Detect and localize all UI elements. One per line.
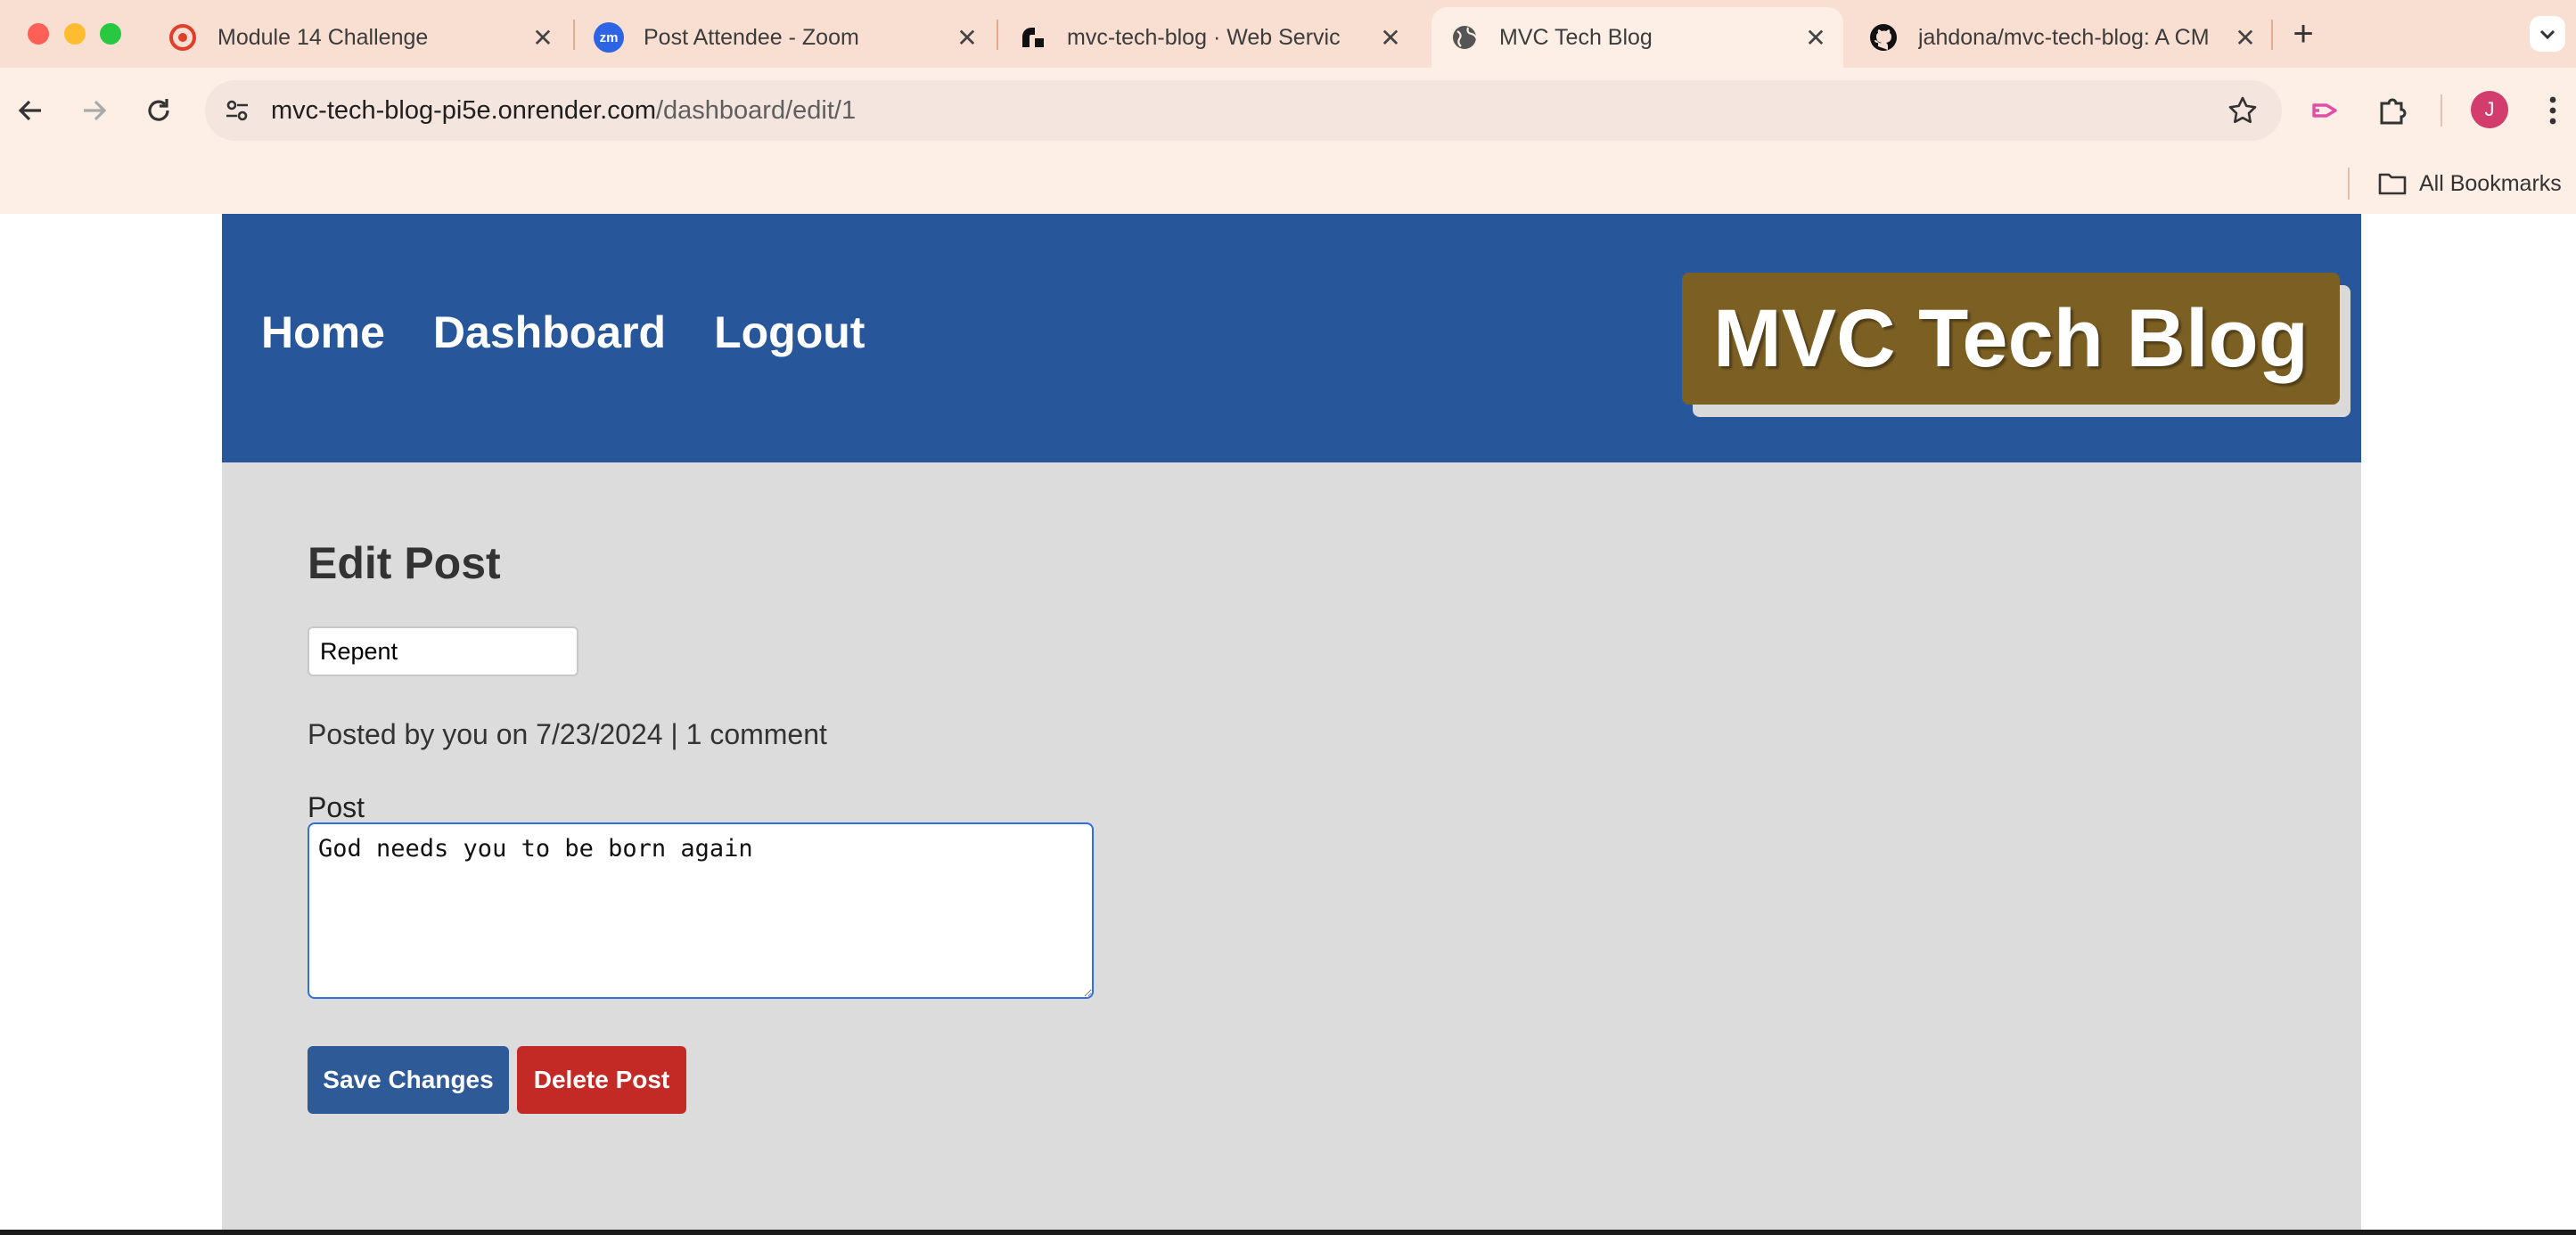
nav-dashboard-link[interactable]: Dashboard bbox=[433, 307, 666, 358]
save-changes-button[interactable]: Save Changes bbox=[308, 1046, 509, 1114]
tab-divider bbox=[573, 20, 575, 50]
close-icon[interactable]: ✕ bbox=[1377, 24, 1404, 52]
zoom-icon: zm bbox=[594, 22, 624, 53]
tab-title: MVC Tech Blog bbox=[1499, 24, 1653, 50]
bookmarks-divider bbox=[2348, 168, 2350, 200]
tab-divider bbox=[2271, 20, 2273, 50]
url-text: mvc-tech-blog-pi5e.onrender.com/dashboar… bbox=[271, 95, 857, 125]
tab-mvc-tech-blog-render[interactable]: mvc-tech-blog · Web Servic ✕ bbox=[999, 7, 1418, 68]
reload-icon[interactable] bbox=[135, 87, 182, 134]
tab-github-repo[interactable]: jahdona/mvc-tech-blog: A CM ✕ bbox=[1850, 7, 2273, 68]
tab-title: Module 14 Challenge bbox=[217, 24, 429, 50]
extensions-puzzle-icon[interactable] bbox=[2371, 89, 2414, 132]
close-window-button[interactable] bbox=[28, 23, 49, 45]
post-body-textarea[interactable]: God needs you to be born again bbox=[308, 822, 1094, 999]
terminal-strip bbox=[0, 1230, 2576, 1235]
bookmarks-bar: All Bookmarks bbox=[0, 153, 2576, 214]
render-icon bbox=[1017, 22, 1047, 53]
folder-icon bbox=[2378, 171, 2407, 196]
page-title: Edit Post bbox=[308, 538, 501, 588]
profile-avatar[interactable]: J bbox=[2471, 91, 2508, 128]
globe-icon bbox=[1449, 22, 1480, 53]
delete-post-button[interactable]: Delete Post bbox=[517, 1046, 686, 1114]
forward-arrow-icon[interactable] bbox=[71, 87, 118, 134]
post-body-label: Post bbox=[308, 791, 365, 823]
canvas-logo-icon bbox=[168, 22, 198, 53]
kebab-menu-icon[interactable] bbox=[2531, 89, 2574, 132]
toolbar-divider bbox=[2441, 94, 2442, 127]
post-meta: Posted by you on 7/23/2024 | 1 comment bbox=[308, 718, 827, 750]
site-info-icon[interactable] bbox=[217, 91, 257, 130]
close-icon[interactable]: ✕ bbox=[1802, 24, 1829, 52]
all-bookmarks-button[interactable]: All Bookmarks bbox=[2378, 164, 2562, 203]
browser-chrome: Module 14 Challenge ✕ zm Post Attendee -… bbox=[0, 0, 2576, 214]
bookmark-star-icon[interactable] bbox=[2223, 91, 2262, 130]
nav-home-link[interactable]: Home bbox=[261, 307, 385, 358]
extension-pink-arrow-icon[interactable] bbox=[2305, 89, 2348, 132]
main-nav: Home Dashboard Logout bbox=[261, 307, 865, 358]
page-viewport: Home Dashboard Logout MVC Tech Blog Edit… bbox=[0, 214, 2576, 1230]
site-header: Home Dashboard Logout MVC Tech Blog bbox=[222, 214, 2361, 462]
site-brand[interactable]: MVC Tech Blog bbox=[1682, 273, 2340, 405]
all-bookmarks-label: All Bookmarks bbox=[2419, 170, 2562, 196]
back-arrow-icon[interactable] bbox=[7, 87, 53, 134]
new-tab-button[interactable]: + bbox=[2284, 14, 2323, 53]
nav-logout-link[interactable]: Logout bbox=[714, 307, 865, 358]
tab-mvc-tech-blog[interactable]: MVC Tech Blog ✕ bbox=[1432, 7, 1843, 68]
tab-title: mvc-tech-blog · Web Servic bbox=[1067, 24, 1341, 50]
tab-title: jahdona/mvc-tech-blog: A CM bbox=[1918, 24, 2210, 50]
close-icon[interactable]: ✕ bbox=[2232, 24, 2259, 52]
browser-toolbar: mvc-tech-blog-pi5e.onrender.com/dashboar… bbox=[0, 68, 2576, 153]
maximize-window-button[interactable] bbox=[100, 23, 121, 45]
tab-module-14-challenge[interactable]: Module 14 Challenge ✕ bbox=[150, 7, 570, 68]
address-bar[interactable]: mvc-tech-blog-pi5e.onrender.com/dashboar… bbox=[205, 80, 2282, 141]
close-icon[interactable]: ✕ bbox=[954, 24, 980, 52]
tab-strip: Module 14 Challenge ✕ zm Post Attendee -… bbox=[0, 0, 2576, 68]
blog-app: Home Dashboard Logout MVC Tech Blog Edit… bbox=[222, 214, 2361, 1230]
tab-search-chevron-icon[interactable] bbox=[2530, 16, 2565, 52]
tab-title: Post Attendee - Zoom bbox=[644, 24, 859, 50]
close-icon[interactable]: ✕ bbox=[529, 24, 556, 52]
github-icon bbox=[1868, 22, 1899, 53]
post-title-input[interactable] bbox=[308, 626, 578, 676]
tab-post-attendee-zoom[interactable]: zm Post Attendee - Zoom ✕ bbox=[576, 7, 995, 68]
minimize-window-button[interactable] bbox=[64, 23, 86, 45]
tab-divider bbox=[997, 20, 998, 50]
